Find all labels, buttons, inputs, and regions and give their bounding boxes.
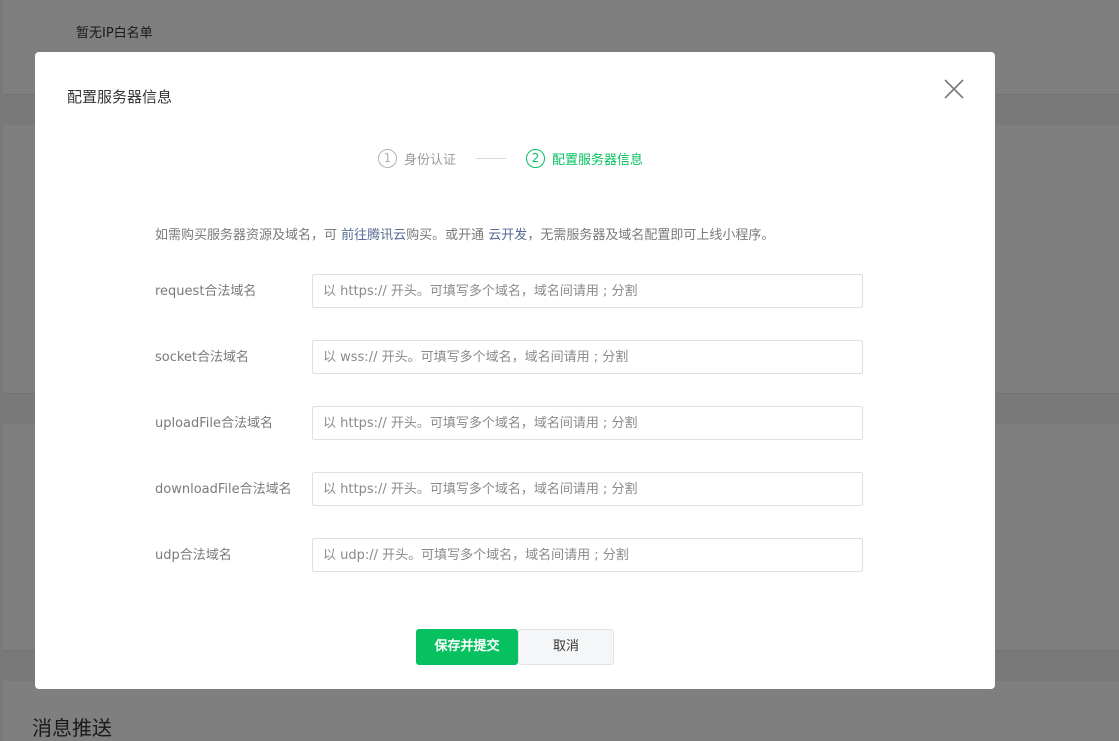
step-label: 配置服务器信息 bbox=[552, 152, 644, 168]
socket-domain-label: socket合法域名 bbox=[155, 350, 250, 365]
step-number: 1 bbox=[378, 148, 397, 168]
step-number: 2 bbox=[526, 148, 546, 168]
form-row-download: downloadFile合法域名 bbox=[155, 472, 867, 508]
dialog-actions: 保存并提交 取消 bbox=[416, 629, 614, 665]
socket-domain-input[interactable] bbox=[312, 340, 863, 374]
form-row-upload: uploadFile合法域名 bbox=[155, 406, 867, 442]
tip-middle: 购买。或开通 bbox=[406, 228, 489, 243]
save-submit-button[interactable]: 保存并提交 bbox=[416, 629, 518, 665]
tencent-cloud-link[interactable]: 前往腾讯云 bbox=[341, 228, 406, 243]
upload-domain-input[interactable] bbox=[312, 406, 863, 440]
step-server-config: 2 配置服务器信息 bbox=[526, 148, 644, 168]
cancel-button[interactable]: 取消 bbox=[518, 629, 614, 665]
form-row-socket: socket合法域名 bbox=[155, 340, 867, 376]
tip-prefix: 如需购买服务器资源及域名，可 bbox=[155, 228, 342, 243]
upload-domain-label: uploadFile合法域名 bbox=[155, 416, 274, 431]
udp-domain-input[interactable] bbox=[312, 538, 863, 572]
close-button[interactable] bbox=[941, 76, 967, 102]
step-label: 身份认证 bbox=[404, 152, 457, 168]
steps-indicator: 1 身份认证 2 配置服务器信息 bbox=[378, 147, 643, 169]
config-server-dialog: 配置服务器信息 1 身份认证 2 配置服务器信息 如需购买服务器资源及域名，可 … bbox=[35, 52, 995, 689]
udp-domain-label: udp合法域名 bbox=[155, 548, 232, 563]
form-row-udp: udp合法域名 bbox=[155, 538, 867, 574]
download-domain-label: downloadFile合法域名 bbox=[155, 482, 292, 497]
request-domain-input[interactable] bbox=[312, 274, 863, 308]
tip-suffix: ，无需服务器及域名配置即可上线小程序。 bbox=[527, 228, 775, 243]
request-domain-label: request合法域名 bbox=[155, 284, 257, 299]
purchase-tip: 如需购买服务器资源及域名，可 前往腾讯云购买。或开通 云开发，无需服务器及域名配… bbox=[155, 224, 774, 243]
step-divider bbox=[476, 157, 507, 159]
dialog-title: 配置服务器信息 bbox=[67, 88, 173, 106]
download-domain-input[interactable] bbox=[312, 472, 863, 506]
step-identity: 1 身份认证 bbox=[378, 148, 457, 168]
close-icon bbox=[944, 79, 964, 99]
form-row-request: request合法域名 bbox=[155, 274, 867, 310]
cloud-dev-link[interactable]: 云开发 bbox=[488, 228, 527, 243]
